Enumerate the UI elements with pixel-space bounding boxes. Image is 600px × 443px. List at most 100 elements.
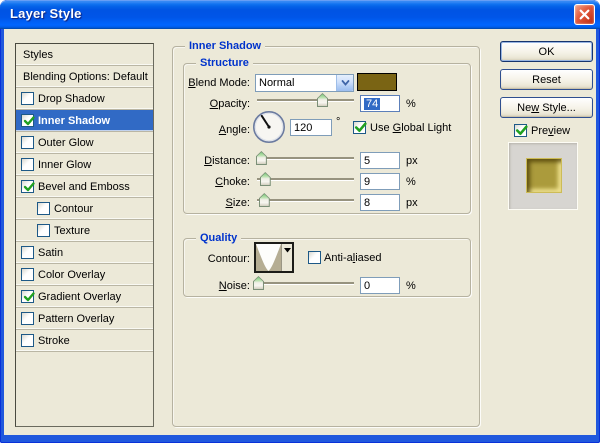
arrow-down-icon [283,248,291,253]
anti-aliased-checkbox[interactable] [308,251,321,264]
distance-slider[interactable] [257,151,354,166]
size-slider[interactable] [257,193,354,208]
checkbox[interactable] [21,114,35,127]
window-title: Layer Style [10,6,82,21]
opacity-slider[interactable] [257,93,354,108]
sidebar-item-inner-shadow[interactable]: Inner Shadow [16,110,153,132]
noise-input[interactable]: 0 [360,277,400,294]
slider-thumb[interactable] [253,276,264,290]
sidebar-item-gradient-overlay[interactable]: Gradient Overlay [16,286,153,308]
sidebar-item-satin[interactable]: Satin [16,242,153,264]
size-input[interactable]: 8 [360,194,400,211]
preview-gold-square [526,158,562,193]
sidebar-item-pattern-overlay[interactable]: Pattern Overlay [16,308,153,330]
noise-unit: % [406,280,416,292]
layer-style-dialog: Layer Style Styles Blending Options: Def… [0,0,600,443]
check-icon [23,116,35,126]
opacity-input[interactable]: 74 [360,95,400,112]
close-button[interactable] [574,4,595,25]
checkbox[interactable] [21,136,34,149]
check-icon [23,292,35,302]
slider-track[interactable] [257,99,354,101]
sidebar-item-styles[interactable]: Styles [16,44,153,66]
checkbox[interactable] [37,224,50,237]
opacity-unit: % [406,98,416,110]
slider-track[interactable] [257,282,354,284]
dialog-body: Styles Blending Options: Default Drop Sh… [4,29,596,435]
preview-checkbox[interactable] [514,124,528,137]
choke-slider[interactable] [257,172,354,187]
sidebar-item-drop-shadow[interactable]: Drop Shadow [16,88,153,110]
contour-dropdown-button[interactable] [281,244,292,271]
sidebar-item-inner-glow[interactable]: Inner Glow [16,154,153,176]
sidebar-item-bevel-and-emboss[interactable]: Bevel and Emboss [16,176,153,198]
checkbox[interactable] [21,312,34,325]
check-icon [354,122,367,132]
noise-label: Noise: [218,280,250,292]
contour-thumbnail-icon[interactable] [256,244,281,271]
style-preview-thumbnail [508,142,578,210]
choke-unit: % [406,176,416,188]
checkbox[interactable] [37,202,50,215]
anti-aliased-label: Anti-aliased [324,252,382,264]
quality-group: Quality Contour: Anti-aliased Noise: 0 % [183,232,471,297]
check-icon [23,182,35,192]
checkbox[interactable] [21,158,34,171]
checkbox[interactable] [21,92,34,105]
title-bar[interactable]: Layer Style [0,0,600,29]
shadow-color-swatch[interactable] [357,73,397,91]
angle-unit: ° [336,116,341,128]
sidebar-item-contour[interactable]: Contour [16,198,153,220]
choke-label: Choke: [215,176,250,188]
slider-track[interactable] [257,199,354,201]
contour-picker[interactable] [254,242,294,273]
checkbox[interactable] [21,246,34,259]
slider-thumb[interactable] [256,151,267,165]
size-unit: px [406,197,418,209]
chevron-down-icon [341,79,349,86]
distance-input[interactable]: 5 [360,152,400,169]
combo-arrow-button[interactable] [336,75,353,91]
angle-label: Angle: [218,124,250,136]
sidebar-item-color-overlay[interactable]: Color Overlay [16,264,153,286]
reset-button[interactable]: Reset [500,69,593,90]
checkbox[interactable] [21,290,35,303]
checkbox[interactable] [21,268,34,281]
noise-slider[interactable] [257,276,354,291]
close-icon [579,9,590,20]
inner-shadow-panel: Inner Shadow Structure Blend Mode: Norma… [172,40,480,427]
check-icon [515,125,528,135]
sidebar-item-texture[interactable]: Texture [16,220,153,242]
opacity-label: Opacity: [209,98,250,110]
quality-title: Quality [196,232,242,245]
structure-group: Structure Blend Mode: Normal Opacity: 74 [183,57,471,214]
checkbox[interactable] [21,180,35,193]
sidebar-item-stroke[interactable]: Stroke [16,330,153,352]
blend-mode-value: Normal [259,77,295,89]
styles-list: Styles Blending Options: Default Drop Sh… [15,43,154,427]
size-label: Size: [225,197,250,209]
slider-track[interactable] [257,178,354,180]
use-global-light-label: Use Global Light [370,122,452,134]
angle-input[interactable]: 120 [290,119,332,136]
sidebar-item-outer-glow[interactable]: Outer Glow [16,132,153,154]
slider-thumb[interactable] [317,93,328,107]
blend-mode-label: Blend Mode: [188,77,250,89]
sidebar-item-blending-options[interactable]: Blending Options: Default [16,66,153,88]
ok-button[interactable]: OK [500,41,593,62]
panel-title: Inner Shadow [185,40,266,53]
choke-input[interactable]: 9 [360,173,400,190]
blend-mode-select[interactable]: Normal [255,74,354,92]
slider-thumb[interactable] [260,172,271,186]
angle-dial[interactable] [252,110,286,144]
distance-unit: px [406,155,418,167]
preview-label: Preview [531,125,571,137]
new-style-button[interactable]: New Style... [500,97,593,118]
contour-label: Contour: [207,253,250,265]
checkbox[interactable] [21,334,34,347]
structure-title: Structure [196,57,253,70]
use-global-light-checkbox[interactable] [353,121,367,134]
slider-track[interactable] [257,157,354,159]
distance-label: Distance: [204,155,250,167]
slider-thumb[interactable] [259,193,270,207]
